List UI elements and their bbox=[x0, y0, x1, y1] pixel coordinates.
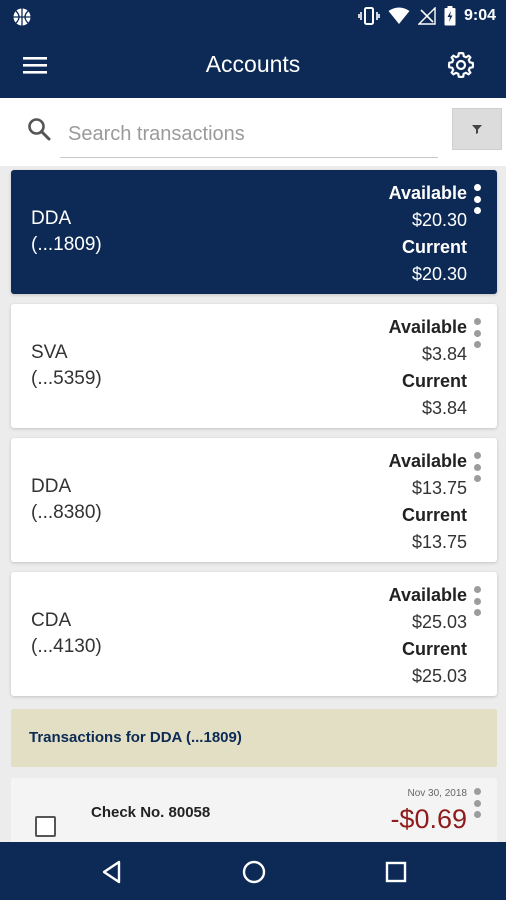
available-label: Available bbox=[388, 317, 467, 337]
account-card[interactable]: CDA (...4130) Available $25.03 Current $… bbox=[11, 572, 497, 696]
available-label: Available bbox=[388, 451, 467, 471]
filter-icon bbox=[472, 125, 482, 134]
account-number: (...4130) bbox=[31, 636, 102, 657]
transaction-row[interactable]: Check No. 80058 Nov 30, 2018 -$0.69 bbox=[11, 778, 497, 848]
account-card[interactable]: DDA (...1809) Available $20.30 Current $… bbox=[11, 170, 497, 294]
page-title: Accounts bbox=[205, 51, 301, 77]
available-label: Available bbox=[388, 585, 467, 605]
account-balances: Available $13.75 Current $13.75 bbox=[389, 448, 467, 556]
more-options-icon[interactable] bbox=[471, 788, 483, 818]
account-card[interactable]: DDA (...8380) Available $13.75 Current $… bbox=[11, 438, 497, 562]
account-card[interactable]: SVA (...5359) Available $3.84 Current $3… bbox=[11, 304, 497, 428]
account-balances: Available $3.84 Current $3.84 bbox=[389, 314, 467, 422]
more-options-icon[interactable] bbox=[471, 452, 483, 482]
basketball-icon bbox=[13, 8, 31, 26]
more-options-icon[interactable] bbox=[471, 318, 483, 348]
current-balance: $13.75 bbox=[411, 532, 467, 552]
current-balance: $20.30 bbox=[411, 264, 467, 284]
home-icon[interactable] bbox=[240, 858, 268, 886]
filter-button[interactable] bbox=[452, 108, 502, 150]
transaction-description: Check No. 80058 bbox=[91, 804, 211, 821]
navigation-bar bbox=[0, 842, 506, 900]
account-balances: Available $20.30 Current $20.30 bbox=[389, 180, 467, 288]
status-bar: 9:04 bbox=[0, 0, 506, 32]
search-bar bbox=[0, 98, 506, 166]
account-number: (...1809) bbox=[31, 234, 102, 255]
search-input[interactable] bbox=[60, 112, 438, 158]
current-label: Current bbox=[401, 371, 467, 391]
gear-icon[interactable] bbox=[446, 50, 476, 80]
recents-icon[interactable] bbox=[382, 858, 410, 886]
available-balance: $20.30 bbox=[411, 210, 467, 230]
current-label: Current bbox=[401, 237, 467, 257]
account-number: (...8380) bbox=[31, 502, 102, 523]
available-balance: $13.75 bbox=[411, 478, 467, 498]
account-name: SVA bbox=[31, 342, 68, 363]
transaction-checkbox[interactable] bbox=[35, 816, 56, 837]
more-options-icon[interactable] bbox=[471, 184, 483, 214]
vibrate-icon bbox=[358, 7, 380, 25]
status-time: 9:04 bbox=[463, 7, 496, 24]
back-icon[interactable] bbox=[98, 858, 126, 886]
no-signal-icon bbox=[417, 7, 436, 25]
transaction-date: Nov 30, 2018 bbox=[407, 788, 468, 799]
account-number: (...5359) bbox=[31, 368, 102, 389]
current-balance: $3.84 bbox=[421, 398, 467, 418]
more-options-icon[interactable] bbox=[471, 586, 483, 616]
account-name: DDA bbox=[31, 208, 72, 229]
app-bar: Accounts bbox=[0, 32, 506, 98]
available-balance: $25.03 bbox=[411, 612, 467, 632]
account-balances: Available $25.03 Current $25.03 bbox=[389, 582, 467, 690]
current-label: Current bbox=[401, 505, 467, 525]
available-balance: $3.84 bbox=[421, 344, 467, 364]
available-label: Available bbox=[388, 183, 467, 203]
transactions-header-label: Transactions for DDA (...1809) bbox=[29, 729, 242, 746]
search-icon bbox=[28, 118, 51, 141]
account-name: CDA bbox=[31, 610, 72, 631]
transactions-header: Transactions for DDA (...1809) bbox=[11, 709, 497, 767]
transaction-amount: -$0.69 bbox=[390, 804, 467, 834]
current-label: Current bbox=[401, 639, 467, 659]
battery-icon bbox=[444, 6, 456, 26]
account-name: DDA bbox=[31, 476, 72, 497]
current-balance: $25.03 bbox=[411, 666, 467, 686]
wifi-icon bbox=[388, 7, 410, 24]
